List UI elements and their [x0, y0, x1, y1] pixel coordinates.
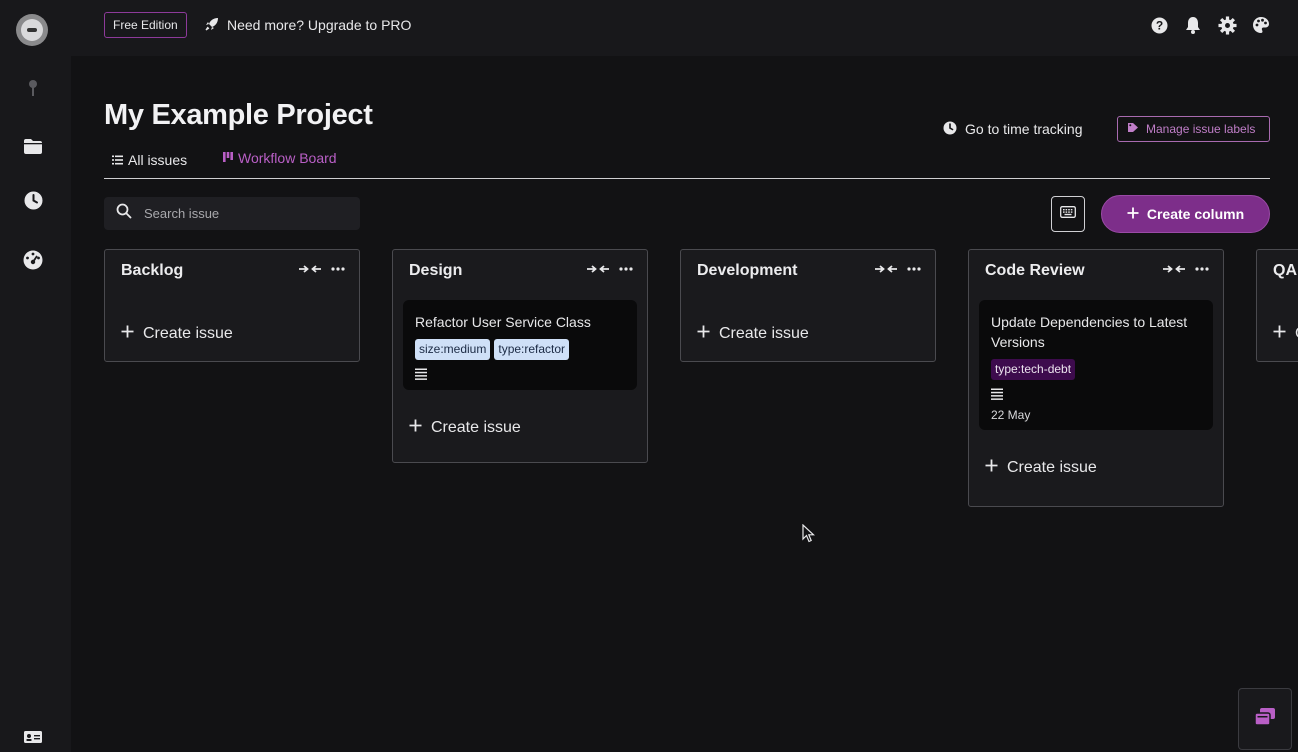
manage-labels-button[interactable]: Manage issue labels	[1117, 116, 1270, 142]
plus-icon	[409, 419, 422, 437]
board-icon	[223, 150, 233, 166]
help-icon[interactable]: ?	[1149, 14, 1169, 36]
create-issue-label: Create issue	[1007, 459, 1097, 476]
create-issue-button[interactable]: Create issue	[105, 312, 359, 356]
column-menu-icon[interactable]	[1195, 267, 1209, 271]
edition-badge: Free Edition	[104, 12, 187, 38]
description-icon	[991, 386, 1201, 402]
collapse-column-icon[interactable]	[1163, 264, 1185, 274]
keyboard-shortcuts-button[interactable]	[1051, 196, 1085, 232]
issue-due-date: 22 May	[991, 408, 1031, 422]
plus-icon	[985, 459, 998, 477]
pin-icon[interactable]	[22, 78, 44, 100]
search-box	[104, 197, 360, 230]
create-column-button[interactable]: Create column	[1101, 195, 1270, 233]
gear-icon[interactable]	[1217, 14, 1237, 36]
issue-title: Update Dependencies to Latest Versions	[991, 314, 1188, 350]
id-card-icon[interactable]	[22, 726, 44, 748]
search-input[interactable]	[144, 206, 344, 221]
time-tracking-link[interactable]: Go to time tracking	[943, 119, 1083, 139]
app-logo[interactable]	[16, 14, 48, 46]
topbar: Free Edition Need more? Upgrade to PRO ?	[71, 0, 1298, 56]
column-actions	[587, 264, 633, 274]
create-issue-label: Create issue	[143, 325, 233, 342]
search-icon	[116, 203, 132, 224]
board-column-backlog: Backlog Create issue	[104, 249, 360, 362]
column-header: Code Review	[969, 250, 1223, 290]
topbar-icons: ?	[1149, 14, 1271, 36]
column-header: Backlog	[105, 250, 359, 290]
logo-mark	[27, 28, 37, 32]
column-header: Design	[393, 250, 647, 290]
rocket-icon	[205, 17, 219, 34]
dashboard-icon[interactable]	[22, 249, 44, 271]
tab-workflow-board[interactable]: Workflow Board	[223, 150, 337, 166]
plus-icon	[1127, 206, 1139, 222]
board-column-qa: QA C	[1256, 249, 1298, 362]
column-title: Code Review	[985, 262, 1085, 279]
column-menu-icon[interactable]	[907, 267, 921, 271]
board-column-development: Development Create issue	[680, 249, 936, 362]
column-menu-icon[interactable]	[619, 267, 633, 271]
issue-title: Refactor User Service Class	[415, 314, 591, 330]
palette-icon[interactable]	[1251, 14, 1271, 36]
description-icon	[415, 366, 625, 382]
issue-labels: type:tech-debt	[991, 359, 1201, 380]
collapse-column-icon[interactable]	[587, 264, 609, 274]
svg-text:?: ?	[1155, 18, 1162, 32]
tags-icon	[1127, 122, 1140, 136]
upgrade-link[interactable]: Need more? Upgrade to PRO	[205, 12, 411, 38]
column-header: QA	[1257, 250, 1298, 290]
list-icon	[112, 152, 123, 168]
collapse-column-icon[interactable]	[875, 264, 897, 274]
column-title: Development	[697, 262, 798, 279]
column-actions	[1163, 264, 1209, 274]
page-title: My Example Project	[104, 99, 373, 131]
create-column-label: Create column	[1146, 206, 1245, 222]
manage-labels-label: Manage issue labels	[1146, 122, 1256, 136]
issue-card[interactable]: Refactor User Service Class size:medium …	[403, 300, 637, 390]
create-issue-button[interactable]: Create issue	[969, 446, 1223, 490]
mouse-cursor-icon	[802, 523, 816, 548]
stacked-windows-icon	[1254, 707, 1276, 732]
column-title: Design	[409, 262, 463, 279]
keyboard-icon	[1060, 205, 1076, 223]
create-issue-button[interactable]: Create issue	[681, 312, 935, 356]
clock-icon[interactable]	[22, 189, 44, 211]
collapse-column-icon[interactable]	[299, 264, 321, 274]
sidebar	[0, 0, 71, 752]
plus-icon	[697, 325, 710, 343]
issue-labels: size:medium type:refactor	[415, 339, 625, 360]
column-title: Backlog	[121, 262, 184, 279]
tab-all-issues[interactable]: All issues	[112, 152, 187, 168]
app-root: Free Edition Need more? Upgrade to PRO ?…	[0, 0, 1298, 752]
column-actions	[299, 264, 345, 274]
time-tracking-label: Go to time tracking	[965, 121, 1083, 137]
view-tabs: All issues Workflow Board	[104, 150, 1270, 179]
create-issue-button[interactable]: Create issue	[393, 406, 647, 450]
column-title: QA	[1273, 262, 1297, 279]
issue-label: type:refactor	[494, 339, 570, 360]
tab-all-issues-label: All issues	[128, 152, 188, 168]
plus-icon	[121, 325, 134, 343]
tab-workflow-board-label: Workflow Board	[238, 150, 337, 166]
create-issue-label: Create issue	[719, 325, 809, 342]
issue-card[interactable]: Update Dependencies to Latest Versions t…	[979, 300, 1213, 430]
upgrade-text: Need more? Upgrade to PRO	[227, 17, 412, 33]
issue-label: type:tech-debt	[991, 359, 1076, 380]
create-issue-button[interactable]: C	[1257, 312, 1298, 356]
floating-panels-button[interactable]	[1238, 688, 1292, 750]
column-header: Development	[681, 250, 935, 290]
column-menu-icon[interactable]	[331, 267, 345, 271]
clock-icon	[943, 121, 957, 138]
bell-icon[interactable]	[1183, 14, 1203, 36]
column-actions	[875, 264, 921, 274]
board-column-code-review: Code Review Update Dependencies to Lates…	[968, 249, 1224, 507]
issue-label: size:medium	[415, 339, 491, 360]
plus-icon	[1273, 325, 1286, 343]
logo-inner	[21, 19, 43, 41]
board-column-design: Design Refactor User Service Class size:…	[392, 249, 648, 463]
create-issue-label: Create issue	[431, 419, 521, 436]
folder-icon[interactable]	[22, 135, 44, 157]
